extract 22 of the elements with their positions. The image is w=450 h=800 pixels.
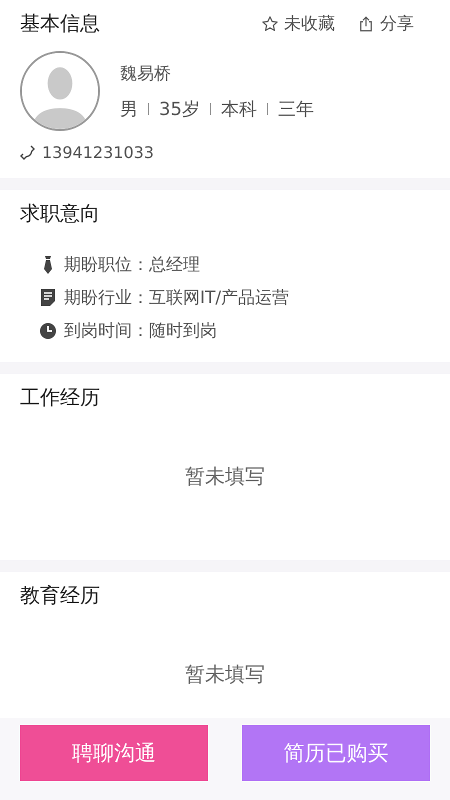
empty-message: 暂未填写 [184,463,266,490]
intent-detail: 到岗时间：随时到岗 [64,320,217,342]
candidate-name: 魏易桥 [120,62,172,84]
intent-detail: 期盼职位：总经理 [64,254,200,276]
phone-icon [20,144,36,160]
empty-message: 暂未填写 [184,661,266,688]
profile-fact: 男 [120,98,138,120]
section-title: 教育经历 [20,582,101,609]
profile-fact: 本科 [220,98,257,120]
tie-icon [42,256,54,274]
profile-fact: 35岁 [159,98,200,120]
share-icon [357,14,375,32]
section-title: 基本信息 [20,10,101,37]
share-button[interactable]: 分享 [357,12,414,35]
section-title: 工作经历 [20,384,101,411]
intent-detail: 期盼行业：互联网IT/产品运营 [64,287,290,309]
phone-number: 13941231033 [42,143,154,162]
document-icon [41,289,55,306]
section-title: 求职意向 [20,200,101,227]
profile-fact: 三年 [278,98,314,120]
favorite-button[interactable]: 未收藏 [261,12,335,35]
clock-icon [40,322,56,338]
